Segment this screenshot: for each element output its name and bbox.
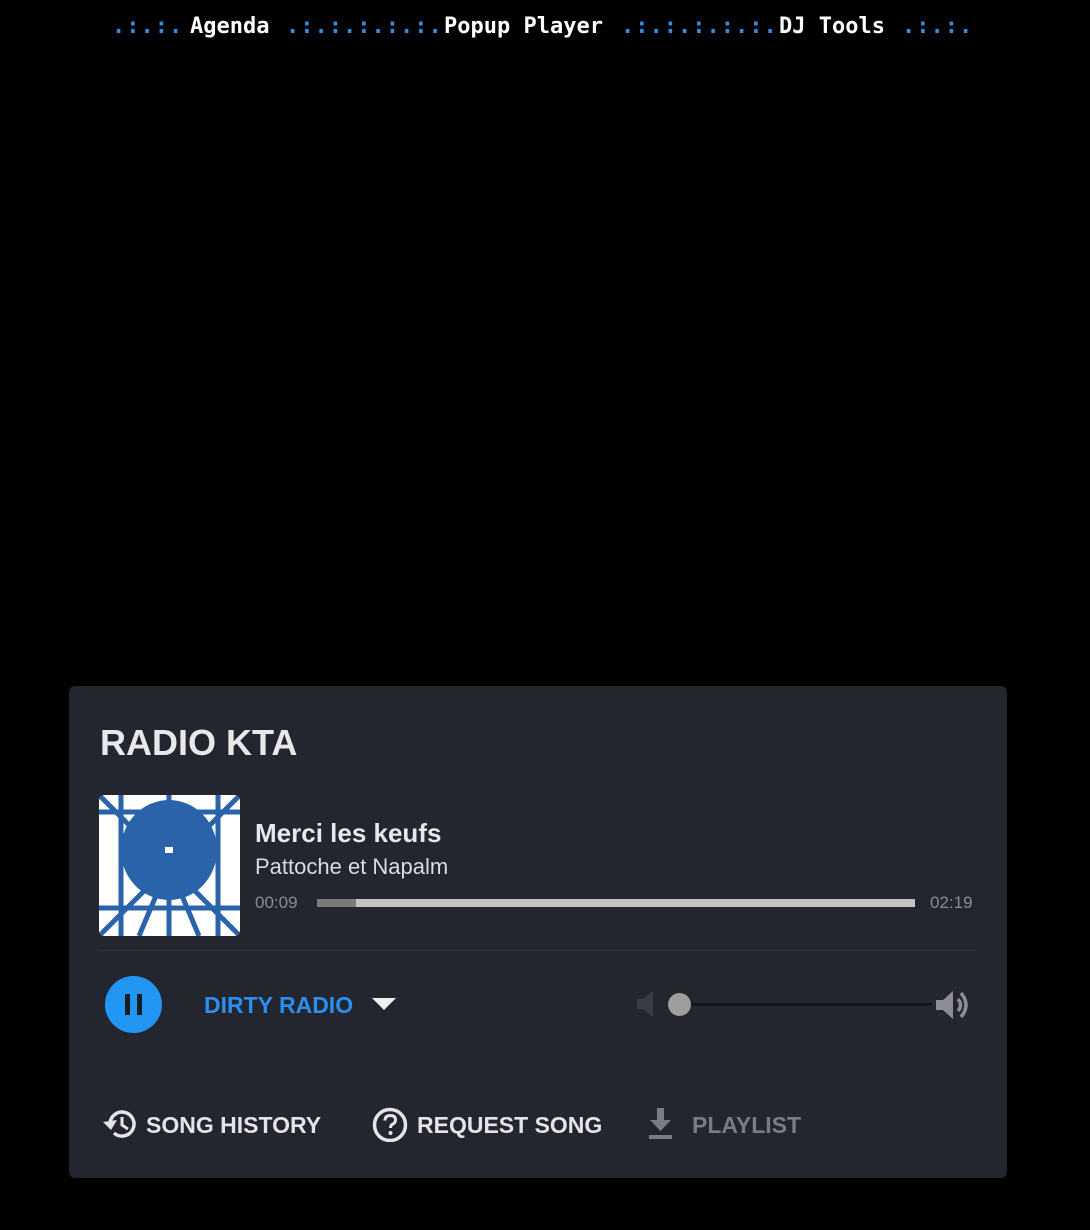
divider [99,950,976,951]
download-icon [649,1108,672,1139]
volume-slider-track[interactable] [680,1003,932,1006]
volume-slider-handle[interactable] [668,993,691,1016]
help-circle-icon [372,1107,408,1142]
album-art-logo [99,795,240,936]
total-duration: 02:19 [930,893,973,912]
nav-dots-right: .:.:. [902,14,974,39]
nav-link-popup-player[interactable]: Popup Player [444,14,603,39]
station-title: RADIO KTA [100,722,298,763]
progress-bar-fill [317,899,356,907]
top-navigation: .:.:. Agenda .:.:.:.:.:. Popup Player .:… [0,14,1090,44]
nav-dots-mid-1: .:.:.:.:.:. [286,14,443,39]
progress-bar[interactable] [317,899,915,907]
history-icon [103,1110,136,1138]
song-history-label: SONG HISTORY [146,1112,322,1138]
volume-mute-icon[interactable] [635,988,661,1025]
album-art [99,795,240,936]
song-artist: Pattoche et Napalm [255,854,449,879]
elapsed-time: 00:09 [255,893,298,912]
channel-selector[interactable]: DIRTY RADIO [204,992,353,1019]
playlist-label: PLAYLIST [692,1112,802,1138]
nav-dots-mid-2: .:.:.:.:.:. [621,14,778,39]
nav-link-agenda[interactable]: Agenda [190,14,269,39]
request-song-label: REQUEST SONG [417,1112,603,1138]
nav-dots-left: .:.:. [112,14,184,39]
radio-player-card: RADIO KTA Merci les keufs Pattoche et Na… [69,686,1007,1178]
nav-link-dj-tools[interactable]: DJ Tools [779,14,885,39]
song-title: Merci les keufs [255,818,442,848]
caret-down-icon[interactable] [372,998,396,1010]
pause-button[interactable] [105,976,162,1033]
volume-up-icon[interactable] [935,988,975,1027]
